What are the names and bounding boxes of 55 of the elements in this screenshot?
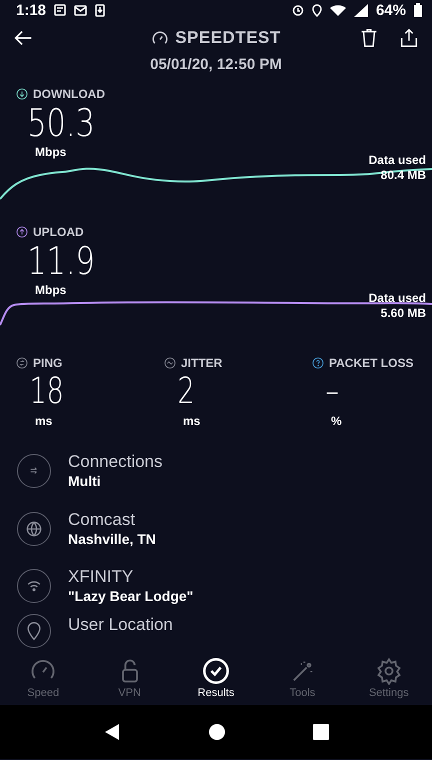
speed-value: 11.9 [26,239,95,283]
back-icon[interactable] [103,723,122,741]
metric-unit: ms [34,414,54,428]
mail-icon [74,4,88,16]
detail-value: "Lazy Bear Lodge" [68,587,194,606]
home-icon[interactable] [208,723,226,741]
speed-unit: Mbps [34,145,68,159]
download-icon [16,88,28,100]
detail-title: User Location [68,614,173,635]
ping-icon [16,357,28,369]
metric-value: 18 [28,370,64,414]
upload-icon [16,226,28,238]
status-time: 1:18 [16,2,46,18]
wave-icon [164,357,176,369]
globe-icon [24,519,44,539]
share-icon[interactable] [398,27,420,49]
detail-title: XFINITY [68,566,134,587]
data-used-label: Data used [368,153,426,168]
metric-unit: ms [182,414,202,428]
result-label: UPLOAD [33,225,84,239]
nav-tab[interactable]: Settings [346,655,432,705]
location-icon [312,4,322,16]
metric-label: PING [33,356,62,370]
nav-tab[interactable]: Tools [259,655,346,705]
data-used-value: 80.4 MB [380,168,426,183]
gear-icon [374,657,403,685]
metric-value: 2 [176,370,195,414]
metric-label: PACKET LOSS [329,356,414,370]
speed-value: 50.3 [26,101,95,145]
question-icon [312,357,324,369]
detail-title: Connections [68,451,163,472]
recents-icon[interactable] [312,724,329,740]
nav-tab[interactable]: VPN [86,655,173,705]
wifi-icon [330,4,346,16]
detail-value: Multi [68,472,102,491]
nav-tab[interactable]: Results [172,655,260,705]
metric-value: – [324,370,339,414]
detail-value: Nashville, TN [68,530,156,549]
download-icon [95,4,106,16]
signal-icon [354,4,368,16]
app-title: SPEEDTEST [175,28,281,48]
data-used-label: Data used [368,291,426,306]
metric-unit: % [330,414,343,428]
battery-icon [414,3,422,17]
test-date: 05/01/20, 12:50 PM [149,56,283,73]
detail-title: Comcast [68,509,136,530]
result-label: DOWNLOAD [33,87,105,101]
message-icon [54,4,66,16]
metric-label: JITTER [181,356,222,370]
check-circle-icon [202,657,230,685]
battery-percent: 64% [376,2,406,18]
alarm-icon [292,4,304,16]
data-used-value: 5.60 MB [380,306,426,321]
speed-unit: Mbps [34,283,68,297]
nav-tab[interactable]: Speed [0,655,86,705]
